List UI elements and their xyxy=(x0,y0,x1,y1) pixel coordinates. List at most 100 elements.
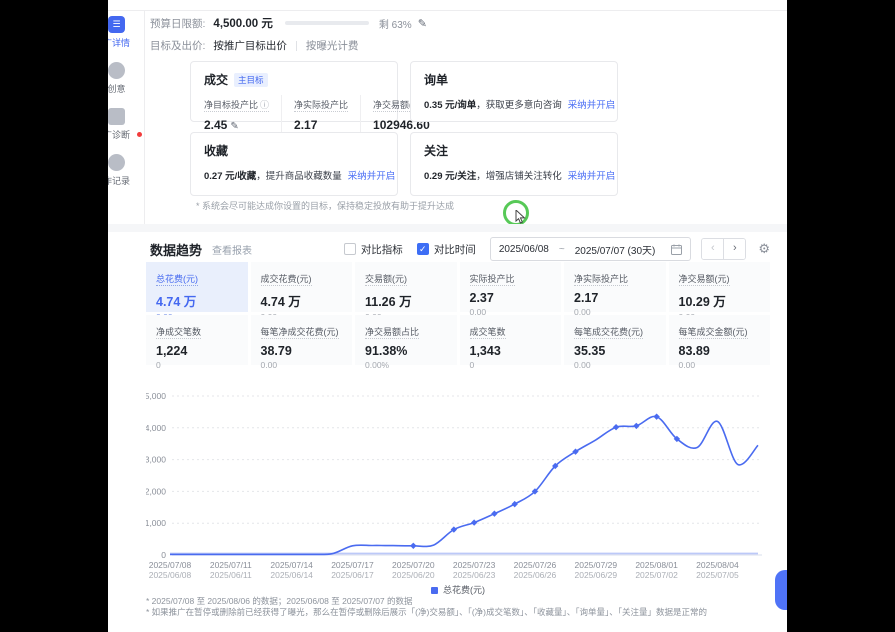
metric-cell-label: 成交笔数 xyxy=(470,327,506,339)
divider xyxy=(296,41,297,51)
feedback-float-button[interactable] xyxy=(775,570,787,610)
bidding-option-exposure[interactable]: 按曝光计费 xyxy=(306,38,359,53)
x-tick-primary: 2025/07/14 xyxy=(264,560,320,570)
metric-cell-label: 总花费(元) xyxy=(156,274,198,286)
metric-value: 2.45✎ xyxy=(204,118,269,132)
compare-time-label: 对比时间 xyxy=(434,242,476,257)
view-report-link[interactable]: 查看报表 xyxy=(212,242,252,257)
metric-value: 2.17 xyxy=(294,118,348,132)
metric-label: 净目标投产比ⓘ xyxy=(204,100,269,112)
metric-cell-r0-c1[interactable]: 成交花费(元)4.74 万0.00 xyxy=(251,262,353,312)
goal-card-follow: 关注 0.29 元/关注，增强店铺关注转化采纳并开启 xyxy=(410,132,618,196)
sidebar-item-detail[interactable]: ☰ 广详情 xyxy=(108,16,144,49)
metric-cell-r1-c0[interactable]: 净成交笔数1,2240 xyxy=(146,315,248,365)
metric-cell-label: 成交花费(元) xyxy=(261,274,312,286)
budget-edit-icon[interactable]: ✎ xyxy=(418,17,427,30)
section-divider-band xyxy=(108,224,787,232)
card-title: 关注 xyxy=(424,142,604,159)
metric-cell-value: 35.35 xyxy=(574,344,656,358)
compare-metric-checkbox[interactable] xyxy=(344,243,356,255)
metric-cell-r0-c4[interactable]: 净实际投产比2.170.00 xyxy=(564,262,666,312)
sidebar-item-history[interactable]: 作记录 xyxy=(108,154,144,187)
metric-cell-value: 1,224 xyxy=(156,344,238,358)
legend-swatch xyxy=(431,587,438,594)
adopt-enable-link[interactable]: 采纳并开启 xyxy=(348,171,396,182)
x-tick-secondary: 2025/07/02 xyxy=(629,570,685,580)
metric-cell-r0-c0[interactable]: 总花费(元)4.74 万0.00 xyxy=(146,262,248,312)
date-end: 2025/07/07 (30天) xyxy=(575,242,656,257)
metric-cell-label: 每笔净成交花费(元) xyxy=(261,327,339,339)
x-tick-secondary: 2025/06/29 xyxy=(568,570,624,580)
goal-cards: 成交 主目标 净目标投产比ⓘ 2.45✎ 净实际投产比 2.17 净交易额(元)… xyxy=(190,61,618,196)
metric-col: 净目标投产比ⓘ 2.45✎ xyxy=(204,95,281,132)
prev-period-button[interactable]: ‹ xyxy=(702,239,724,259)
bidding-row: 目标及出价: 按推广目标出价 按曝光计费 xyxy=(150,38,358,53)
svg-text:2,000: 2,000 xyxy=(146,486,166,496)
x-tick-secondary: 2025/06/14 xyxy=(264,570,320,580)
metric-cell-value: 11.26 万 xyxy=(365,291,447,310)
campaign-detail-icon: ☰ xyxy=(108,16,125,33)
card-title-row: 成交 主目标 xyxy=(204,71,384,88)
x-tick-secondary: 2025/06/17 xyxy=(324,570,380,580)
metric-cell-r0-c3[interactable]: 实际投产比2.370.00 xyxy=(460,262,562,312)
metric-cell-r1-c4[interactable]: 每笔成交花费(元)35.350.00 xyxy=(564,315,666,365)
date-range-picker[interactable]: 2025/06/08 ~ 2025/07/07 (30天) xyxy=(490,237,692,261)
sidebar: ☰ 广详情 创意 广诊断 作记录 xyxy=(108,11,145,224)
adopt-enable-link[interactable]: 采纳并开启 xyxy=(568,100,616,111)
metric-cell-label: 净交易额占比 xyxy=(365,327,419,339)
card-title: 询单 xyxy=(424,71,604,88)
x-tick-secondary: 2025/06/08 xyxy=(142,570,198,580)
settings-gear-icon[interactable]: ⚙ xyxy=(758,241,770,257)
sidebar-item-creative[interactable]: 创意 xyxy=(108,62,144,95)
metric-cell-compare-value: 0.00% xyxy=(365,360,447,370)
metric-cell-compare-value: 0 xyxy=(156,360,238,370)
card-desc: 0.35 元/询单，获取更多意向咨询采纳并开启 xyxy=(424,97,604,111)
metric-cell-label: 净实际投产比 xyxy=(574,274,628,286)
budget-value: 4,500.00 元 xyxy=(213,15,272,31)
metric-col: 净实际投产比 2.17 xyxy=(281,95,360,132)
metric-cell-label: 每笔成交金额(元) xyxy=(679,327,748,339)
metric-cell-r0-c5[interactable]: 净交易额(元)10.29 万0.00 xyxy=(669,262,771,312)
date-tilde: ~ xyxy=(559,244,565,255)
x-tick-primary: 2025/07/20 xyxy=(385,560,441,570)
info-icon[interactable]: ⓘ xyxy=(260,100,269,110)
metric-cell-value: 10.29 万 xyxy=(679,291,761,310)
budget-row: 预算日限额: 4,500.00 元 剩 63% ✎ xyxy=(150,15,427,31)
metric-cell-label: 净成交笔数 xyxy=(156,327,201,339)
next-period-button[interactable]: › xyxy=(724,239,745,259)
goal-card-favorite: 收藏 0.27 元/收藏，提升商品收藏数量采纳并开启 xyxy=(190,132,398,196)
metric-cell-r1-c1[interactable]: 每笔净成交花费(元)38.790.00 xyxy=(251,315,353,365)
metric-cell-value: 2.17 xyxy=(574,291,656,305)
date-start: 2025/06/08 xyxy=(499,244,549,255)
goal-card-deal: 成交 主目标 净目标投产比ⓘ 2.45✎ 净实际投产比 2.17 净交易额(元)… xyxy=(190,61,398,122)
metric-label: 净实际投产比 xyxy=(294,100,348,112)
edit-target-icon[interactable]: ✎ xyxy=(230,121,238,132)
metric-cell-value: 4.74 万 xyxy=(261,291,343,310)
primary-goal-badge: 主目标 xyxy=(234,73,268,87)
adopt-enable-link[interactable]: 采纳并开启 xyxy=(568,171,616,182)
card-metrics: 净目标投产比ⓘ 2.45✎ 净实际投产比 2.17 净交易额(元) 102946… xyxy=(204,95,384,132)
metric-cell-r0-c2[interactable]: 交易额(元)11.26 万0.00 xyxy=(355,262,457,312)
budget-label: 预算日限额: xyxy=(150,16,205,31)
x-tick-secondary: 2025/06/20 xyxy=(385,570,441,580)
svg-text:4,000: 4,000 xyxy=(146,423,166,433)
metric-cell-compare-value: 0.00 xyxy=(574,360,656,370)
x-tick-secondary: 2025/07/05 xyxy=(689,570,745,580)
metric-cell-r1-c2[interactable]: 净交易额占比91.38%0.00% xyxy=(355,315,457,365)
sidebar-item-diagnose[interactable]: 广诊断 xyxy=(108,108,144,141)
compare-time-checkbox[interactable]: ✓ xyxy=(417,243,429,255)
mouse-cursor-icon xyxy=(515,210,526,224)
metric-cell-r1-c3[interactable]: 成交笔数1,3430 xyxy=(460,315,562,365)
x-tick-secondary: 2025/06/26 xyxy=(507,570,563,580)
metric-cell-label: 交易额(元) xyxy=(365,274,407,286)
metric-cell-compare-value: 0.00 xyxy=(679,360,761,370)
x-tick-primary: 2025/07/23 xyxy=(446,560,502,570)
card-title: 收藏 xyxy=(204,142,384,159)
chart-x-axis-labels: 2025/07/082025/06/082025/07/112025/06/11… xyxy=(146,560,770,580)
legend-label: 总花费(元) xyxy=(443,585,485,595)
metric-cell-r1-c5[interactable]: 每笔成交金额(元)83.890.00 xyxy=(669,315,771,365)
bidding-option-goal[interactable]: 按推广目标出价 xyxy=(213,38,287,53)
notification-dot xyxy=(137,132,142,137)
trend-chart[interactable]: 01,0002,0003,0004,0005,000 xyxy=(146,386,770,560)
trends-title: 数据趋势 xyxy=(150,240,202,259)
